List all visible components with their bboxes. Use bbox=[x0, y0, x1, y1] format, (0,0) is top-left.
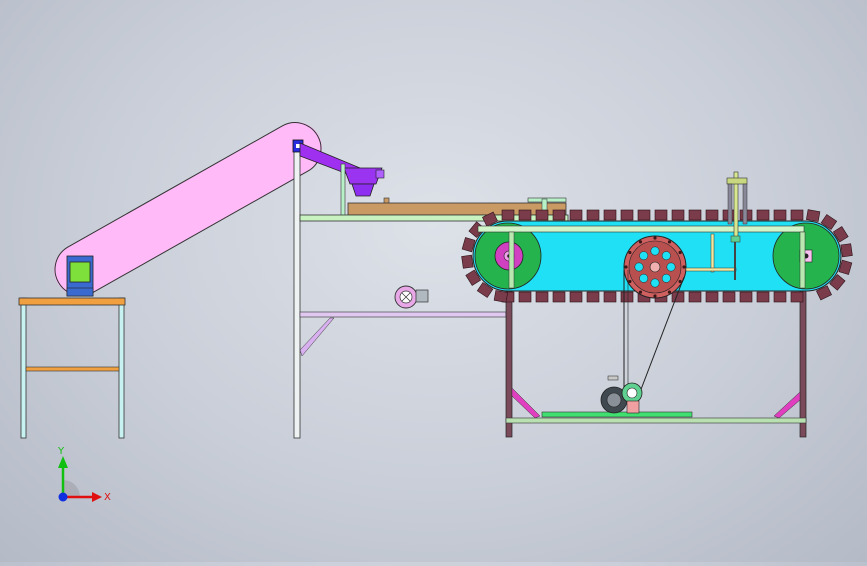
sprocket-tooth bbox=[667, 290, 672, 294]
z-axis-dot bbox=[58, 492, 68, 502]
track-shoe bbox=[535, 209, 549, 221]
track-top-rail bbox=[477, 225, 805, 233]
sprocket-hole bbox=[639, 251, 649, 261]
sprocket-hole bbox=[634, 262, 644, 272]
cutter-crossbar bbox=[726, 177, 748, 185]
cutter-blade-right bbox=[742, 183, 748, 225]
track-shoe bbox=[722, 291, 736, 303]
track-shoe bbox=[552, 209, 566, 221]
lower-brace bbox=[299, 311, 507, 357]
central-post bbox=[292, 139, 304, 439]
sprocket-hole bbox=[666, 262, 676, 272]
track-post-right bbox=[799, 231, 806, 289]
track-shoe bbox=[586, 291, 600, 303]
sprocket-tooth bbox=[624, 265, 628, 269]
track-shoe bbox=[569, 291, 583, 303]
y-axis-label: Y bbox=[57, 446, 65, 457]
track-post-left bbox=[508, 231, 515, 289]
track-shoe bbox=[620, 291, 634, 303]
track-shoe bbox=[603, 209, 617, 221]
track-shoe bbox=[586, 209, 600, 221]
track-shoe bbox=[688, 209, 702, 221]
sprocket-tooth bbox=[653, 236, 657, 240]
track-shoe bbox=[501, 209, 515, 221]
track-shoe bbox=[603, 291, 617, 303]
track-shoe bbox=[705, 209, 719, 221]
sprocket-tooth bbox=[638, 290, 643, 294]
track-shoe bbox=[705, 291, 719, 303]
sprocket-tooth bbox=[653, 294, 657, 298]
sprocket-hole bbox=[661, 251, 671, 261]
track-shoe bbox=[773, 291, 787, 303]
track-shoe bbox=[637, 209, 651, 221]
cutter-clamp bbox=[730, 235, 741, 243]
cutter-blade-left bbox=[727, 183, 733, 225]
assembly-drawing: Y X bbox=[18, 122, 853, 503]
sprocket-hub bbox=[649, 261, 661, 273]
sprocket-tooth bbox=[682, 265, 686, 269]
track-shoe bbox=[620, 209, 634, 221]
track-shoe bbox=[756, 291, 770, 303]
drive-motor bbox=[600, 375, 643, 414]
track-shoe bbox=[840, 243, 853, 258]
sprocket-hole bbox=[650, 278, 660, 288]
x-axis-label: X bbox=[104, 492, 111, 503]
track-shoe bbox=[756, 209, 770, 221]
track-shoe bbox=[461, 254, 474, 269]
track-shoe bbox=[535, 291, 549, 303]
right-frame bbox=[505, 284, 807, 438]
sprocket-tooth bbox=[678, 279, 682, 284]
track-shoe bbox=[518, 291, 532, 303]
coordinate-triad: Y X bbox=[57, 446, 111, 503]
sprocket-tooth bbox=[628, 279, 632, 284]
incline-conveyor bbox=[54, 122, 322, 297]
track-shoe bbox=[805, 209, 821, 222]
track-shoe bbox=[773, 209, 787, 221]
track-shoe bbox=[518, 209, 532, 221]
sprocket-hole bbox=[650, 246, 660, 256]
cad-viewport[interactable]: Y X bbox=[0, 0, 867, 562]
track-shoe bbox=[552, 291, 566, 303]
sprocket-tooth bbox=[667, 240, 672, 244]
track-shoe bbox=[790, 209, 804, 221]
track-shoe bbox=[671, 209, 685, 221]
pump-unit bbox=[394, 285, 429, 309]
sprocket-tooth bbox=[638, 240, 643, 244]
sprocket-hole bbox=[661, 273, 671, 283]
linkage-rod bbox=[710, 233, 715, 273]
sprocket-tooth bbox=[628, 250, 632, 255]
linkage-vertical bbox=[734, 238, 736, 280]
sprocket-tooth bbox=[678, 250, 682, 255]
left-support-stand bbox=[18, 297, 126, 439]
track-shoe bbox=[493, 290, 509, 303]
track-shoe bbox=[790, 291, 804, 303]
track-shoe bbox=[688, 291, 702, 303]
track-shoe bbox=[569, 209, 583, 221]
track-shoe bbox=[739, 291, 753, 303]
sprocket-hole bbox=[639, 273, 649, 283]
track-shoe bbox=[654, 209, 668, 221]
linkage-bar bbox=[685, 267, 737, 272]
